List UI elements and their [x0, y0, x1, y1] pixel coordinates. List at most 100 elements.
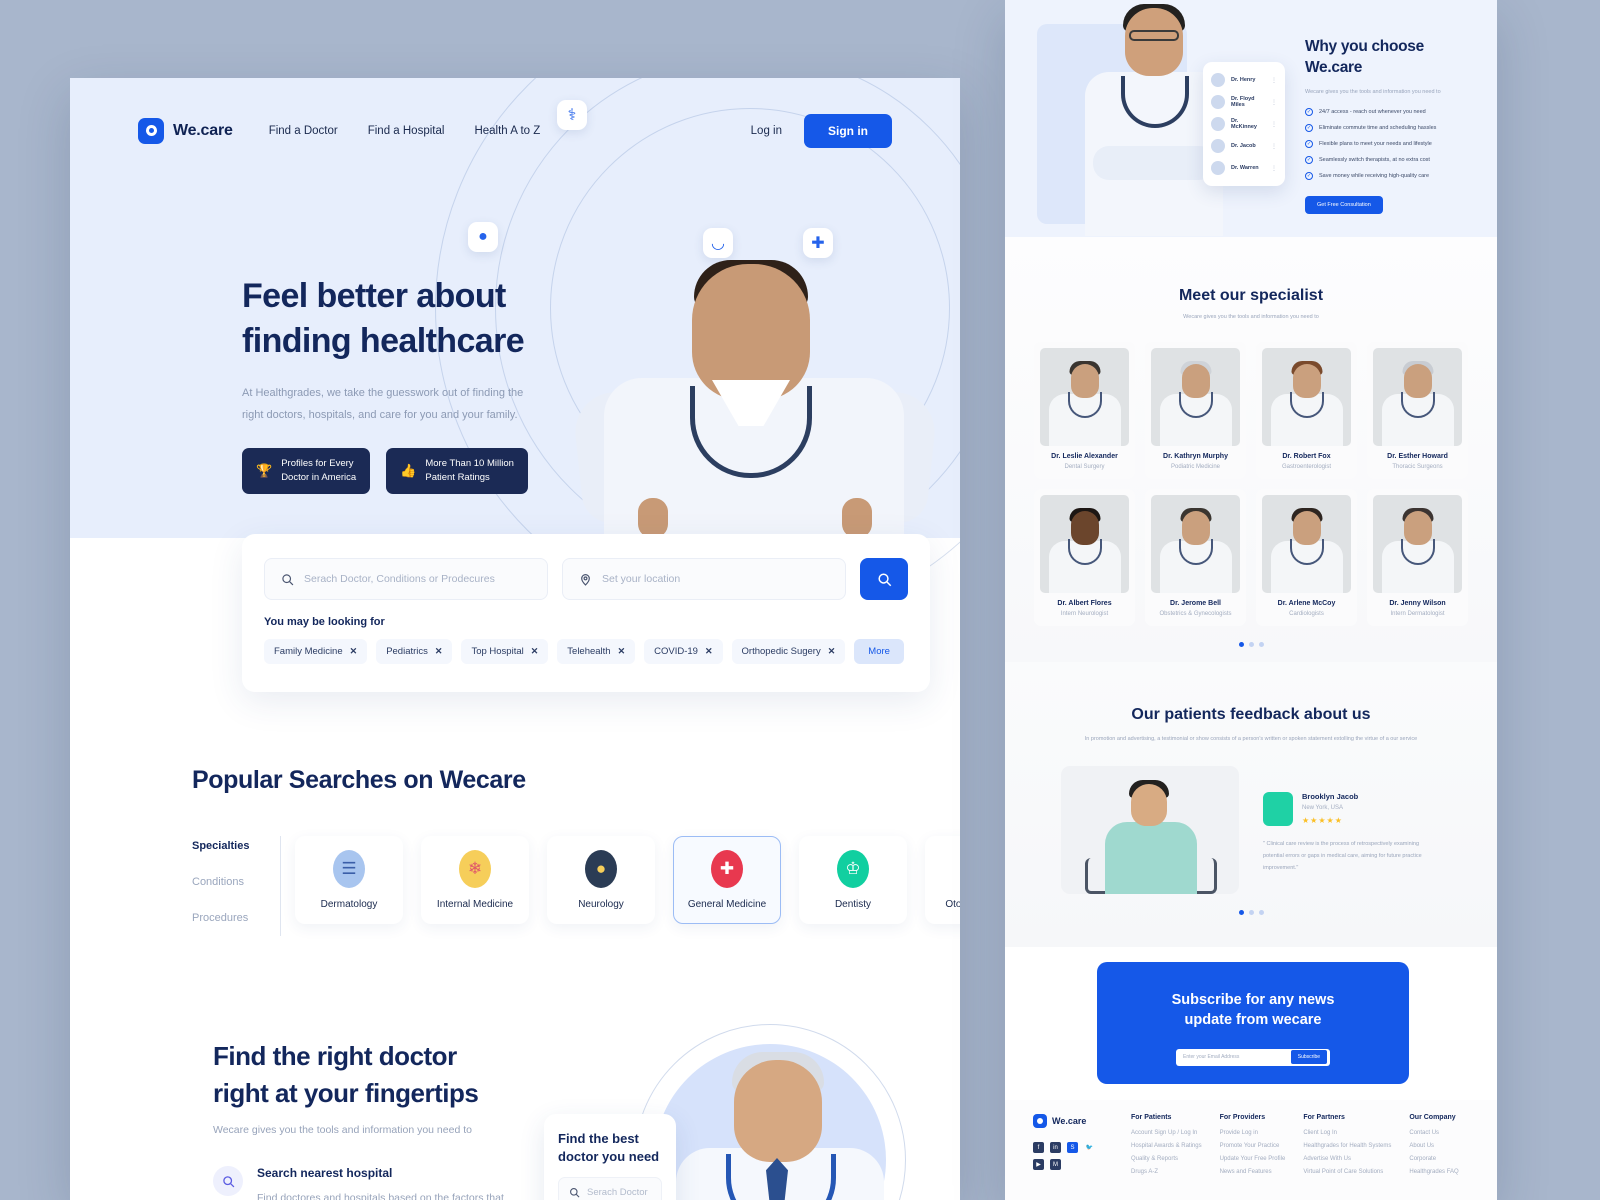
footer-link[interactable]: Update Your Free Profile [1220, 1156, 1286, 1162]
tag-more-button[interactable]: More [854, 639, 904, 664]
specialist-card[interactable]: Dr. Jerome Bell Obstetrics & Gynecologist… [1145, 489, 1246, 626]
more-options-icon[interactable]: ⋮ [1271, 143, 1277, 150]
newsletter-section: Subscribe for any news update from wecar… [1097, 962, 1409, 1084]
specialist-card[interactable]: Dr. Robert Fox Gastroenterologist [1256, 342, 1357, 479]
best-card-search-input[interactable]: Serach Doctor [558, 1177, 662, 1200]
search-submit-button[interactable] [860, 558, 908, 600]
logo-mark-icon [138, 117, 164, 144]
pagination-dot[interactable] [1238, 642, 1244, 647]
tab-procedures[interactable]: Procedures [192, 912, 280, 924]
medium-icon[interactable]: M [1050, 1159, 1061, 1170]
footer-link[interactable]: Account Sign Up / Log In [1131, 1130, 1202, 1136]
specialist-card[interactable]: Dr. Albert Flores Intern Neurologist [1034, 489, 1135, 626]
specialist-card[interactable]: Dr. Arlene McCoy Cardiologists [1256, 489, 1357, 626]
search-icon [877, 572, 891, 586]
list-item[interactable]: Dr. McKinney ⋮ [1209, 113, 1279, 135]
specialist-card[interactable]: Dr. Esther Howard Thoracic Surgeons [1367, 342, 1468, 479]
specialty-card-dentisty[interactable]: ♔ Dentisty [799, 836, 907, 924]
nav-find-a-hospital[interactable]: Find a Hospital [368, 125, 445, 137]
footer-link[interactable]: Healthgrades for Health Systems [1303, 1143, 1391, 1149]
linkedin-icon[interactable]: in [1050, 1142, 1061, 1153]
footer-link[interactable]: Provide Log in [1220, 1130, 1286, 1136]
subscribe-button[interactable]: Subscribe [1290, 1050, 1327, 1065]
pagination-dot[interactable] [1238, 910, 1244, 916]
footer-link[interactable]: Advertise With Us [1303, 1156, 1391, 1162]
close-icon[interactable]: ✕ [435, 646, 443, 657]
logo-text: We.care [173, 121, 233, 139]
screenshot-canvas: ⚕ ● ◡ ✚ We.care Find a Doctor Find a Hos… [0, 0, 1600, 1200]
medical-cross-icon: ✚ [711, 850, 743, 888]
close-icon[interactable]: ✕ [618, 646, 626, 657]
search-location-input[interactable]: Set your location [562, 558, 846, 600]
footer-link[interactable]: Corporate [1409, 1156, 1469, 1162]
specialists-pagination [1005, 642, 1497, 647]
reviewer-header: Brooklyn Jacob New York, USA ★★★★★ [1263, 792, 1441, 827]
list-item[interactable]: Dr. Jacob ⋮ [1209, 135, 1279, 157]
close-icon[interactable]: ✕ [531, 646, 539, 657]
footer-link[interactable]: Client Log In [1303, 1130, 1391, 1136]
specialty-card-internal-medicine[interactable]: ❄ Internal Medicine [421, 836, 529, 924]
twitter-icon[interactable]: 🐦 [1084, 1142, 1095, 1153]
youtube-icon[interactable]: ▶ [1033, 1159, 1044, 1170]
pagination-dot[interactable] [1258, 910, 1264, 916]
more-options-icon[interactable]: ⋮ [1271, 99, 1277, 106]
tag-pediatrics[interactable]: Pediatrics ✕ [376, 639, 453, 664]
email-field[interactable]: Enter your Email Address [1183, 1054, 1291, 1060]
footer-link[interactable]: Contact Us [1409, 1130, 1469, 1136]
footer-link[interactable]: Healthgrades FAQ [1409, 1169, 1469, 1175]
tag-orthopedic-sugery[interactable]: Orthopedic Sugery ✕ [731, 639, 846, 664]
search-icon [570, 1187, 580, 1198]
footer-link[interactable]: Drugs A-Z [1131, 1169, 1202, 1175]
suggestion-tags: Family Medicine ✕ Pediatrics ✕ Top Hospita… [264, 639, 908, 664]
specialty-card-dermatology[interactable]: ☰ Dermatology [295, 836, 403, 924]
specialist-card[interactable]: Dr. Kathryn Murphy Podiatric Medicine [1145, 342, 1246, 479]
close-icon[interactable]: ✕ [350, 646, 358, 657]
tab-conditions[interactable]: Conditions [192, 876, 280, 888]
check-circle-icon: ✓ [1305, 172, 1313, 181]
patient-photo [1061, 766, 1239, 895]
get-free-consultation-button[interactable]: Get Free Consultation [1305, 196, 1383, 215]
logo[interactable]: We.care [138, 117, 233, 144]
nav-find-a-doctor[interactable]: Find a Doctor [269, 125, 338, 137]
doctor-list-card: Dr. Henry ⋮ Dr. Floyd Miles ⋮ Dr. McKinney… [1203, 62, 1285, 186]
list-item: ✓ Eliminate commute time and scheduling h… [1305, 124, 1437, 133]
facebook-icon[interactable]: f [1033, 1142, 1044, 1153]
footer-link[interactable]: News and Features [1220, 1169, 1286, 1175]
list-item[interactable]: Dr. Henry ⋮ [1209, 69, 1279, 91]
tag-top-hospital[interactable]: Top Hospital ✕ [461, 639, 549, 664]
location-pin-icon [581, 573, 590, 586]
footer-link[interactable]: Virtual Point of Care Solutions [1303, 1169, 1391, 1175]
tag-family-medicine[interactable]: Family Medicine ✕ [264, 639, 368, 664]
specialist-card[interactable]: Dr. Leslie Alexander Dental Surgery [1034, 342, 1135, 479]
more-options-icon[interactable]: ⋮ [1271, 165, 1277, 172]
search-doctor-input[interactable]: Serach Doctor, Conditions or Prodecures [264, 558, 548, 600]
tab-specialties[interactable]: Specialties [192, 840, 280, 852]
feedback-title: Our patients feedback about us [1131, 706, 1371, 723]
signin-button[interactable]: Sign in [804, 113, 892, 148]
specialty-card-otolaryngology[interactable]: ▮ Otolaryngology [925, 836, 960, 924]
footer-link[interactable]: About Us [1409, 1143, 1469, 1149]
more-options-icon[interactable]: ⋮ [1271, 77, 1277, 84]
list-item[interactable]: Dr. Warren ⋮ [1209, 157, 1279, 179]
footer-logo[interactable]: We.care [1033, 1114, 1113, 1128]
skype-icon[interactable]: S [1067, 1142, 1078, 1153]
pagination-dot[interactable] [1258, 642, 1264, 647]
search-icon [213, 1166, 243, 1196]
search-row: Serach Doctor, Conditions or Prodecures … [264, 558, 908, 600]
nav-health-a-to-z[interactable]: Health A to Z [474, 125, 540, 137]
tag-covid-19[interactable]: COVID-19 ✕ [644, 639, 723, 664]
more-options-icon[interactable]: ⋮ [1271, 121, 1277, 128]
footer-link[interactable]: Quality & Reports [1131, 1156, 1202, 1162]
specialist-card[interactable]: Dr. Jenny Wilson Intern Dermatologist [1367, 489, 1468, 626]
specialty-card-neurology[interactable]: ● Neurology [547, 836, 655, 924]
close-icon[interactable]: ✕ [705, 646, 713, 657]
list-item[interactable]: Dr. Floyd Miles ⋮ [1209, 91, 1279, 113]
tag-telehealth[interactable]: Telehealth ✕ [557, 639, 636, 664]
footer-link[interactable]: Promote Your Practice [1220, 1143, 1286, 1149]
specialty-card-general-medicine[interactable]: ✚ General Medicine [673, 836, 781, 924]
footer-link[interactable]: Hospital Awards & Ratings [1131, 1143, 1202, 1149]
login-link[interactable]: Log in [751, 125, 782, 137]
close-icon[interactable]: ✕ [828, 646, 836, 657]
pagination-dot[interactable] [1248, 910, 1254, 916]
pagination-dot[interactable] [1248, 642, 1254, 647]
